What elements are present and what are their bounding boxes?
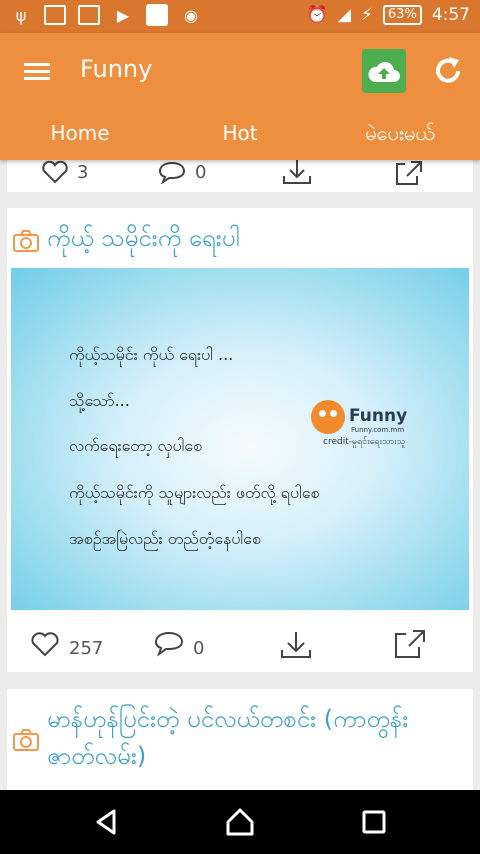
download-icon [283,160,311,184]
heart-icon [42,160,68,184]
next-post-card: မာန်ဟုန်ပြင်းတဲ့ ပင်လယ်တစင်း (ကာတွန်းဇာတ… [7,689,473,790]
menu-icon[interactable] [24,63,50,81]
recents-icon [362,810,386,834]
image-text-line: ကိုယ့်သမိုင်း ကိုယ် ရေးပါ ... [69,345,234,364]
back-icon [96,809,116,835]
sd-card-icon [44,5,66,25]
recents-button[interactable] [356,804,392,840]
share-button[interactable] [393,158,425,186]
like-count: 3 [77,161,89,183]
youtube-icon: ▶ [116,5,130,25]
home-icon [226,808,254,836]
refresh-button[interactable] [428,51,468,91]
tab-vote[interactable]: မဲပေးမယ် [320,115,480,160]
image-text-line: သို့သော်... [69,391,130,410]
like-button[interactable]: 257 [29,628,103,659]
post-actions: 257 0 [7,618,473,668]
back-button[interactable] [88,804,124,840]
app-icon [146,4,168,26]
status-bar: ψ ▶ ◉ ⏰ ◢ ⚡ 63% 4:57 [0,0,480,33]
share-button[interactable] [393,628,427,660]
comment-count: 0 [195,161,207,183]
system-indicators: ⏰ ◢ ⚡ 63% 4:57 [307,5,470,25]
share-icon [395,630,425,658]
usb-icon: ψ [15,5,27,25]
post-card: ကိုယ့် သမိုင်းကို ရေးပါ ကိုယ့်သမိုင်း ကိ… [7,208,473,672]
funny-logo-icon [311,400,345,434]
signal-icon: ◢ [337,5,351,25]
post-image[interactable]: ကိုယ့်သမိုင်း ကိုယ် ရေးပါ ... သို့သော်..… [11,268,469,610]
comment-count: 0 [193,638,205,659]
charging-icon: ⚡ [360,5,373,25]
download-icon [281,632,311,658]
image-text-line: ကိုယ့်သမိုင်းကို သူများလည်း ဖတ်လို့ ရပါစ… [69,483,320,502]
app-title: Funny [80,55,153,83]
image-text-line: အစဉ်အမြဲလည်း တည်တံ့နေပါစေ [69,529,261,548]
comment-button[interactable]: 0 [153,628,204,659]
alarm-icon: ⏰ [306,5,328,25]
share-icon [396,161,422,185]
tab-bar: Home Hot မဲပေးမယ် [0,115,480,160]
download-button[interactable] [281,158,313,186]
cloud-upload-icon [368,62,400,82]
heart-icon [31,631,59,656]
tab-home[interactable]: Home [0,115,160,160]
like-count: 257 [69,638,104,659]
camera-icon [13,729,39,751]
navigation-bar [0,790,480,854]
upload-button[interactable] [362,49,406,93]
download-button[interactable] [279,630,313,660]
refresh-icon [436,57,460,83]
logo-site: Funny.com.mm [351,426,405,434]
app-bar: Funny Home Hot မဲပေးမယ် [0,33,480,160]
battery-level: 63% [382,5,422,25]
comment-icon [158,161,186,184]
clock: 4:57 [431,5,470,25]
image-text-line: လက်ရေးတော့ လှပါစေ [69,436,203,455]
home-button[interactable] [222,804,258,840]
tab-hot[interactable]: Hot [160,115,320,160]
camera-icon [13,230,39,252]
comment-icon [154,631,184,657]
like-button[interactable]: 3 [41,160,88,184]
logo-credit: credit-မှုရင်းရေးသားသူ [323,437,406,447]
android-icon: ◉ [184,5,198,25]
logo-name: Funny [349,406,408,426]
image-icon [78,5,100,25]
comment-button[interactable]: 0 [157,160,206,184]
notification-icons: ψ ▶ ◉ [10,4,202,26]
post-title[interactable]: မာန်ဟုန်ပြင်းတဲ့ ပင်လယ်တစင်း (ကာတွန်းဇာတ… [47,701,447,775]
post-title[interactable]: ကိုယ့် သမိုင်းကို ရေးပါ [47,220,240,257]
